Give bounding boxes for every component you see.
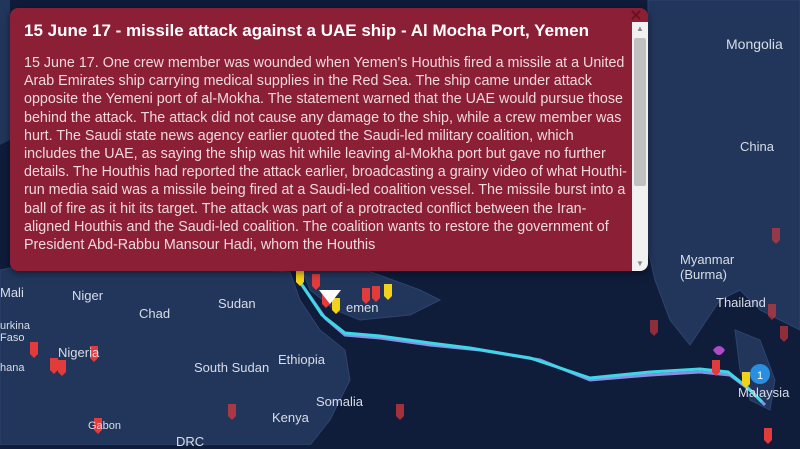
label-kenya: Kenya — [272, 410, 309, 425]
popup-body: 15 June 17. One crew member was wounded … — [24, 55, 627, 254]
label-myanmar: Myanmar (Burma) — [680, 252, 735, 282]
label-gabon: Gabon — [88, 420, 122, 432]
popup-title: 15 June 17 - missile attack against a UA… — [24, 21, 589, 40]
label-thailand: Thailand — [716, 295, 766, 310]
close-icon[interactable]: × — [628, 8, 644, 24]
label-ethiopia: Ethiopia — [278, 352, 325, 367]
label-somalia: Somalia — [316, 394, 363, 409]
label-drc: DRC — [176, 434, 205, 449]
cluster-count: 1 — [757, 370, 763, 382]
label-mali: Mali — [0, 285, 24, 300]
label-south-sudan: South Sudan — [194, 360, 270, 375]
label-ghana: hana — [0, 362, 25, 374]
scroll-down-icon[interactable]: ▼ — [632, 257, 648, 271]
label-chad: Chad — [139, 306, 171, 321]
scroll-up-icon[interactable]: ▲ — [632, 22, 648, 36]
label-nigeria: Nigeria — [58, 345, 100, 360]
label-china: China — [740, 139, 774, 154]
scroll-thumb[interactable] — [634, 38, 646, 186]
label-sudan: Sudan — [218, 296, 256, 311]
label-burkina-faso: urkina Faso — [0, 320, 30, 344]
incident-popup[interactable]: 15 June 17 - missile attack against a UA… — [10, 8, 648, 271]
popup-scrollbar[interactable]: ▲ ▼ — [632, 22, 648, 271]
label-malaysia: Malaysia — [738, 385, 790, 400]
label-niger: Niger — [72, 288, 104, 303]
label-mongolia: Mongolia — [726, 36, 783, 52]
europe-edge — [0, 0, 10, 145]
label-yemen: emen — [346, 300, 379, 315]
